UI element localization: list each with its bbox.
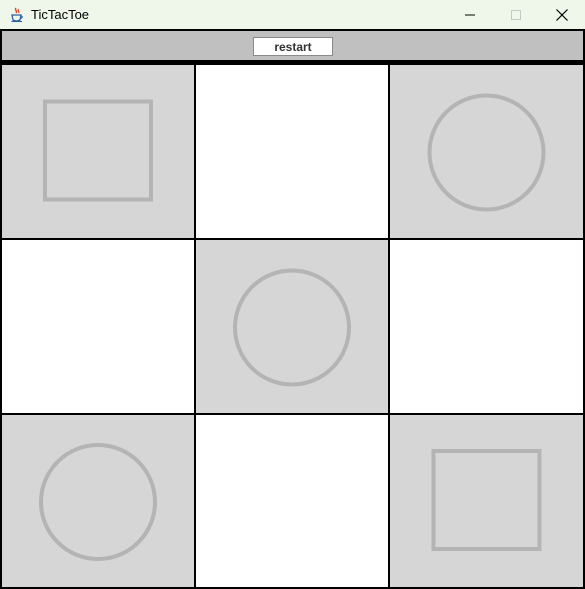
circle-mark-icon: [427, 93, 546, 212]
maximize-button[interactable]: [493, 0, 539, 29]
maximize-icon: [511, 9, 521, 20]
window-title: TicTacToe: [31, 7, 90, 22]
toolbar: restart: [0, 29, 585, 63]
board-cell-2-1[interactable]: [196, 415, 388, 587]
app-window: TicTacToe restart: [0, 0, 585, 589]
minimize-button[interactable]: [447, 0, 493, 29]
circle-mark-icon: [233, 268, 351, 387]
minimize-icon: [465, 14, 475, 15]
title-bar[interactable]: TicTacToe: [0, 0, 585, 29]
board-cell-0-0[interactable]: [2, 65, 194, 238]
board-cell-0-2[interactable]: [390, 65, 583, 238]
close-button[interactable]: [539, 0, 585, 29]
circle-mark-icon: [39, 443, 157, 561]
java-cup-icon: [9, 7, 25, 23]
board-cell-1-1[interactable]: [196, 240, 388, 413]
square-mark-icon: [43, 99, 153, 202]
board-cell-1-0[interactable]: [2, 240, 194, 413]
board-cell-2-0[interactable]: [2, 415, 194, 587]
square-mark-icon: [431, 449, 542, 551]
window-controls: [447, 0, 585, 29]
board-cell-1-2[interactable]: [390, 240, 583, 413]
game-board: [0, 63, 585, 589]
board-cell-0-1[interactable]: [196, 65, 388, 238]
restart-button[interactable]: restart: [253, 37, 333, 56]
board-cell-2-2[interactable]: [390, 415, 583, 587]
close-icon: [556, 8, 568, 21]
